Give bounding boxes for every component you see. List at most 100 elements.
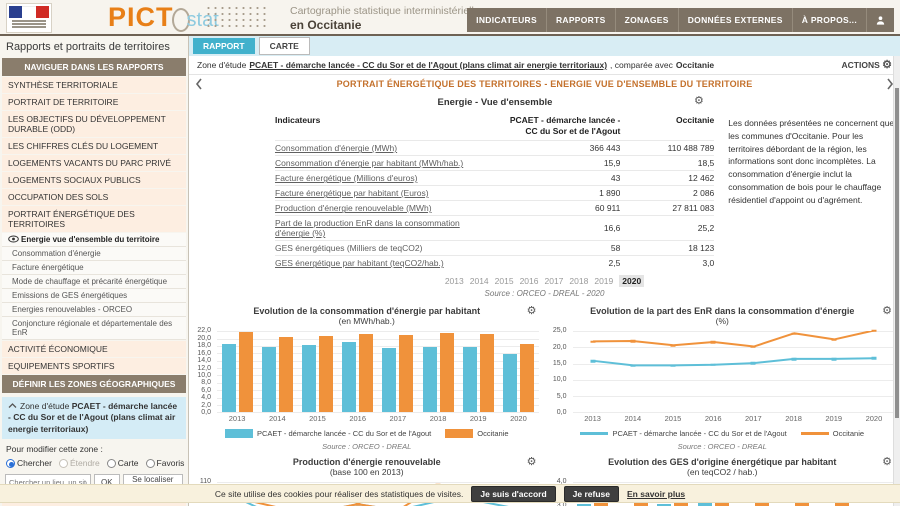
section-naviguer: NAVIGUER DANS LES RAPPORTS — [2, 58, 186, 76]
chart-bar[interactable] — [399, 335, 413, 413]
chart-bar[interactable] — [480, 334, 494, 412]
data-point[interactable] — [791, 332, 796, 335]
cookie-refuse-button[interactable]: Je refuse — [564, 486, 619, 502]
sidebar-sub-item[interactable]: Energies renouvelables - ORCEO — [2, 303, 186, 317]
radio-carte[interactable]: Carte — [107, 458, 139, 468]
gear-icon[interactable]: ⚙ — [527, 306, 537, 317]
scrollbar-thumb[interactable] — [895, 88, 899, 418]
data-point[interactable] — [711, 341, 716, 344]
year-2014[interactable]: 2014 — [470, 276, 489, 286]
sidebar-report-item[interactable]: LES OBJECTIFS DU DÉVELOPPEMENT DURABLE (… — [2, 111, 186, 137]
zone-bar-link[interactable]: PCAET - démarche lancée - CC du Sor et d… — [249, 60, 607, 70]
sidebar-sub-item[interactable]: Consommation d'énergie — [2, 247, 186, 261]
year-2019[interactable]: 2019 — [594, 276, 613, 286]
data-point[interactable] — [590, 360, 595, 363]
sidebar-report-item[interactable]: SYNTHÈSE TERRITORIALE — [2, 77, 186, 93]
gear-icon[interactable]: ⚙ — [882, 306, 892, 317]
indicator-label[interactable]: Consommation d'énergie par habitant (MWh… — [275, 156, 503, 171]
chart-bar[interactable] — [262, 347, 276, 412]
table-row: Facture énergétique (Millions d'euros)43… — [275, 171, 714, 186]
chart-bar[interactable] — [382, 348, 396, 412]
chart-bar[interactable] — [342, 342, 356, 412]
data-point[interactable] — [831, 338, 836, 341]
sidebar-report-item[interactable]: LOGEMENTS SOCIAUX PUBLICS — [2, 172, 186, 188]
indicator-label[interactable]: Facture énergétique (Millions d'euros) — [275, 171, 503, 186]
gear-icon[interactable]: ⚙ — [527, 457, 537, 468]
chart-bar[interactable] — [319, 336, 333, 413]
radio-favoris[interactable]: Favoris — [146, 458, 185, 468]
actions-button[interactable]: ACTIONS ⚙ — [842, 60, 893, 71]
year-2015[interactable]: 2015 — [495, 276, 514, 286]
data-point[interactable] — [791, 358, 796, 361]
chart-bar[interactable] — [520, 344, 534, 412]
indicator-label[interactable]: Part de la production EnR dans la consom… — [275, 216, 503, 241]
chart-bar[interactable] — [463, 347, 477, 412]
data-point[interactable] — [751, 362, 756, 365]
nav-item-4[interactable]: À PROPOS... — [792, 8, 866, 32]
sidebar-sub-item[interactable]: Facture énergétique — [2, 261, 186, 275]
indicator-label[interactable]: GES énergétique par habitant (teqCO2/hab… — [275, 256, 503, 271]
indicator-label[interactable]: Production d'énergie renouvelable (MWh) — [275, 201, 503, 216]
nav-item-1[interactable]: RAPPORTS — [546, 8, 615, 32]
nav-item-2[interactable]: ZONAGES — [615, 8, 678, 32]
data-point[interactable] — [630, 364, 635, 367]
sidebar-report-item[interactable]: PORTRAIT DE TERRITOIRE — [2, 94, 186, 110]
data-point[interactable] — [711, 364, 716, 367]
chart-bar[interactable] — [302, 345, 316, 412]
sidebar-sub-item[interactable]: Emissions de GES énergétiques — [2, 289, 186, 303]
main-content: RAPPORT CARTE Zone d'étude PCAET - démar… — [188, 36, 900, 506]
indicator-label[interactable]: Facture énergétique par habitant (Euros) — [275, 186, 503, 201]
year-2017[interactable]: 2017 — [545, 276, 564, 286]
nav-item-0[interactable]: INDICATEURS — [467, 8, 546, 32]
bar-group — [257, 331, 297, 412]
data-point[interactable] — [871, 357, 876, 360]
year-2020[interactable]: 2020 — [619, 275, 644, 287]
sidebar-report-item[interactable]: ACTIVITÉ ÉCONOMIQUE — [2, 341, 186, 357]
sidebar-report-item[interactable]: EQUIPEMENTS SPORTIFS — [2, 358, 186, 374]
chart-bar[interactable] — [503, 354, 517, 413]
government-logo — [6, 3, 52, 33]
chart-bar[interactable] — [222, 344, 236, 412]
indicator-label[interactable]: Consommation d'énergie (MWh) — [275, 141, 503, 156]
chart-bar[interactable] — [359, 334, 373, 412]
sidebar-report-item[interactable]: LES CHIFFRES CLÉS DU LOGEMENT — [2, 138, 186, 154]
vertical-scrollbar[interactable] — [893, 56, 900, 506]
data-point[interactable] — [590, 340, 595, 343]
cookie-accept-button[interactable]: Je suis d'accord — [471, 486, 555, 502]
data-point[interactable] — [871, 329, 876, 332]
chart-bar[interactable] — [423, 347, 437, 413]
data-point[interactable] — [751, 346, 756, 349]
year-2013[interactable]: 2013 — [445, 276, 464, 286]
radio-label: Chercher — [17, 458, 52, 468]
sidebar-sub-item[interactable]: Conjoncture régionale et départementale … — [2, 317, 186, 340]
sidebar-sub-item[interactable]: Energie vue d'ensemble du territoire — [2, 233, 186, 247]
zone-bar-prefix: Zone d'étude — [197, 60, 246, 70]
data-point[interactable] — [670, 364, 675, 367]
year-2018[interactable]: 2018 — [569, 276, 588, 286]
sidebar-sub-item[interactable]: Mode de chauffage et précarité énergétiq… — [2, 275, 186, 289]
data-point[interactable] — [355, 503, 360, 506]
user-icon[interactable] — [866, 8, 894, 32]
nav-item-3[interactable]: DONNÉES EXTERNES — [678, 8, 792, 32]
chart-bar[interactable] — [440, 333, 454, 412]
gear-icon[interactable]: ⚙ — [882, 457, 892, 468]
picto-stat-logo[interactable]: PICTstat — [108, 2, 219, 33]
chart-bar[interactable] — [239, 332, 253, 413]
cookie-more-link[interactable]: En savoir plus — [627, 489, 685, 499]
data-point[interactable] — [831, 358, 836, 361]
year-2016[interactable]: 2016 — [520, 276, 539, 286]
tab-carte[interactable]: CARTE — [259, 37, 310, 55]
chart-bar[interactable] — [279, 337, 293, 412]
radio-dot — [107, 459, 116, 468]
zone-etude-box[interactable]: Zone d'étude PCAET - démarche lancée - C… — [2, 397, 186, 439]
gear-icon[interactable]: ⚙ — [694, 96, 704, 107]
sidebar-report-item[interactable]: OCCUPATION DES SOLS — [2, 189, 186, 205]
tab-rapport[interactable]: RAPPORT — [193, 38, 255, 54]
radio-chercher[interactable]: Chercher — [6, 458, 52, 468]
sidebar-report-item[interactable]: PORTRAIT ÉNERGÉTIQUE DES TERRITOIRES — [2, 206, 186, 232]
legend-swatch — [801, 432, 829, 435]
prev-report-arrow[interactable] — [195, 78, 203, 90]
data-point[interactable] — [630, 340, 635, 343]
sidebar-report-item[interactable]: LOGEMENTS VACANTS DU PARC PRIVÉ — [2, 155, 186, 171]
data-point[interactable] — [670, 344, 675, 347]
